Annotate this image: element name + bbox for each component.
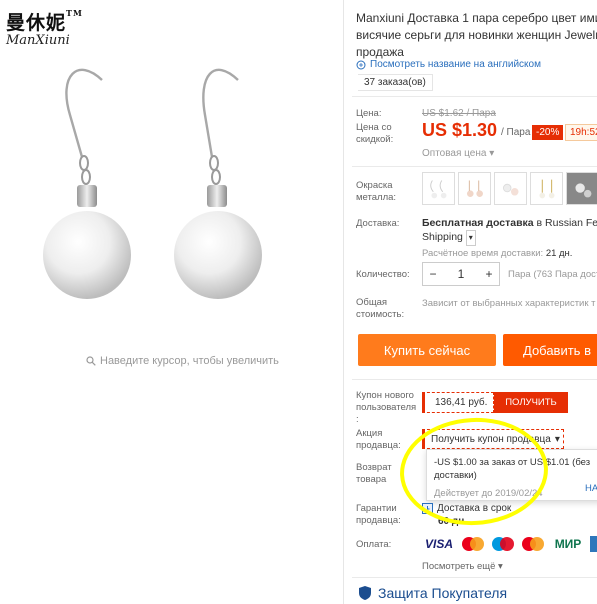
price-unit: / Пара	[501, 127, 531, 138]
divider	[352, 577, 597, 578]
sale-timer: 19h:52	[565, 124, 597, 141]
color-option[interactable]	[530, 172, 563, 205]
maestro-icon	[490, 536, 516, 552]
delivery-time: Расчётное время доставки: 21 дн.	[422, 248, 573, 259]
color-option[interactable]	[494, 172, 527, 205]
quantity-input[interactable]: 1	[451, 267, 471, 281]
get-seller-coupon-link[interactable]: НА	[585, 482, 597, 495]
increase-button[interactable]: +	[479, 267, 499, 281]
add-to-cart-button[interactable]: Добавить в	[503, 334, 597, 366]
current-price: US $1.30	[422, 120, 498, 140]
divider	[352, 166, 597, 167]
returns-label: Возврат товара	[356, 462, 392, 485]
total-note: Зависит от выбранных характеристик т	[422, 298, 596, 309]
quantity-stepper[interactable]: − 1 +	[422, 262, 500, 286]
get-coupon-button[interactable]: ПОЛУЧИТЬ	[494, 392, 568, 413]
buyer-protection[interactable]: Защита Покупателя	[358, 585, 507, 601]
product-details: Manxiuni Доставка 1 пара серебро цвет им…	[352, 0, 597, 604]
coupon-value: 136,41 руб.	[422, 392, 494, 413]
discount-price-label: Цена со скидкой:	[356, 122, 394, 145]
earrings-image	[43, 68, 262, 299]
translate-link[interactable]: Посмотреть название на английском	[356, 59, 541, 70]
color-option[interactable]	[422, 172, 455, 205]
color-label: Окраска металла:	[356, 180, 397, 203]
chevron-down-icon: ▾	[554, 433, 560, 445]
decrease-button[interactable]: −	[423, 267, 443, 281]
zoom-hint: Наведите курсор, чтобы увеличить	[86, 355, 279, 367]
mastercard-icon	[460, 536, 486, 552]
magnifier-icon	[86, 356, 96, 366]
color-option[interactable]	[566, 172, 597, 205]
mastercard-icon	[520, 536, 546, 552]
seller-coupon-dropdown: -US $1.00 за заказ от US $1.01 (без дост…	[426, 449, 597, 501]
guarantee-on-time: Доставка в срок	[422, 503, 511, 514]
seller-promo-label: Акция продавца:	[356, 428, 401, 451]
guarantee-label: Гарантии продавца:	[356, 503, 401, 526]
amex-icon	[590, 536, 597, 552]
seller-coupon-button[interactable]: Получить купон продавца ▾	[422, 429, 564, 449]
old-price: US $1.62 / Пара	[422, 108, 496, 119]
product-image-area[interactable]: 曼休妮TM ManXiuni Наведите курсор, чтобы ув…	[0, 0, 344, 604]
total-label: Общая стоимость:	[356, 297, 405, 320]
visa-icon: VISA	[424, 537, 453, 551]
payment-label: Оплата:	[356, 539, 392, 550]
quantity-label: Количество:	[356, 269, 410, 280]
new-user-coupon-label: Купон нового пользователя :	[356, 390, 417, 425]
shield-icon	[359, 586, 371, 600]
brand-logo: 曼休妮TM ManXiuni	[6, 8, 83, 48]
color-option[interactable]	[458, 172, 491, 205]
buy-now-button[interactable]: Купить сейчас	[358, 334, 496, 366]
quantity-available: Пара (763 Пара доступ	[508, 269, 597, 280]
shipping-method[interactable]: Бесплатная доставка в Russian Federa Shi…	[422, 216, 597, 246]
divider	[352, 379, 597, 380]
price-label: Цена:	[356, 108, 382, 119]
orders-count: 37 заказа(ов)	[358, 74, 433, 91]
translate-icon	[356, 60, 366, 69]
chevron-down-icon: ▾	[489, 148, 495, 159]
clock-icon	[422, 503, 433, 514]
chevron-down-icon: ▾	[498, 561, 503, 572]
mir-icon: МИР	[554, 537, 582, 551]
shipping-method-link[interactable]: Shipping	[422, 231, 463, 243]
divider	[352, 96, 597, 97]
more-payment-link[interactable]: Посмотреть ещё ▾	[422, 561, 503, 572]
shipping-label: Доставка:	[356, 218, 400, 229]
wholesale-price-toggle[interactable]: Оптовая цена ▾	[422, 148, 494, 159]
product-page: 曼休妮TM ManXiuni Наведите курсор, чтобы ув…	[0, 0, 597, 604]
divider	[343, 0, 344, 604]
chevron-down-icon[interactable]: ▾	[465, 230, 476, 246]
discount-badge: -20%	[532, 125, 564, 140]
product-title: Manxiuni Доставка 1 пара серебро цвет им…	[356, 11, 597, 59]
guarantee-days: 60 дн.	[438, 516, 468, 527]
